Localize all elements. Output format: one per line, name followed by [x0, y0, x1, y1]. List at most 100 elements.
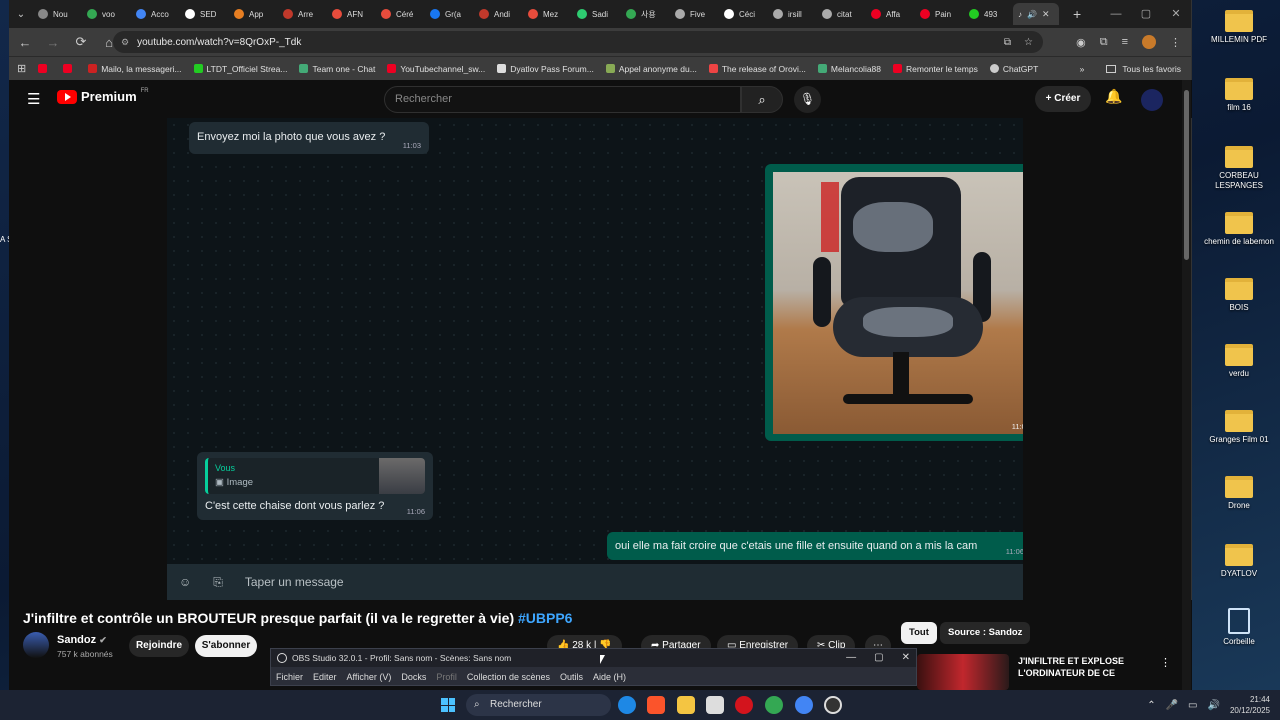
volume-icon[interactable]: 🔊 — [1208, 700, 1220, 711]
forward-icon[interactable]: → — [45, 35, 61, 50]
tab-7[interactable]: AFN — [327, 3, 373, 25]
desktop-icon-dyatlov[interactable]: DYATLOV — [1198, 544, 1280, 579]
youtube-search-input[interactable]: Rechercher — [384, 86, 741, 113]
tab-11[interactable]: Mez — [523, 3, 569, 25]
desktop-icon-chemin[interactable]: chemin de labemon — [1198, 212, 1280, 247]
bookmark-star-icon[interactable]: ☆ — [1024, 37, 1033, 48]
taskbar-search[interactable]: ⌕ Rechercher — [466, 694, 611, 716]
tab-9[interactable]: Gr(a — [425, 3, 471, 25]
obs-menu-fichier[interactable]: Fichier — [276, 672, 303, 682]
address-bar[interactable]: ⚙ youtube.com/watch?v=8QrOxP-_Tdk ⧉ ☆ — [113, 31, 1043, 53]
maximize-button[interactable]: ▢ — [1131, 0, 1161, 28]
tab-15[interactable]: Céci — [719, 3, 765, 25]
notifications-bell-icon[interactable]: 🔔 — [1105, 88, 1122, 105]
obs-menu-outils[interactable]: Outils — [560, 672, 583, 682]
extension-icon[interactable]: ◉ — [1076, 36, 1086, 49]
hashtag-link[interactable]: #UBPP6 — [518, 610, 572, 626]
create-button[interactable]: + Créer — [1035, 86, 1091, 112]
obs-menu-docks[interactable]: Docks — [401, 672, 426, 682]
tab-close-icon[interactable]: ✕ — [1042, 9, 1050, 20]
bookmark-9[interactable]: The release of Orovi... — [708, 64, 806, 74]
avatar[interactable] — [1141, 89, 1163, 111]
obs-icon[interactable] — [824, 696, 842, 714]
site-info-icon[interactable]: ⚙ — [121, 37, 129, 48]
opera-icon[interactable] — [735, 696, 753, 714]
tab-4[interactable]: SED — [180, 3, 226, 25]
bookmark-4[interactable]: LTDT_Officiel Strea... — [193, 64, 287, 74]
tab-18[interactable]: Affa — [866, 3, 912, 25]
media-icon[interactable]: ≡ — [1122, 36, 1128, 48]
obs-menu-collection[interactable]: Collection de scènes — [467, 672, 550, 682]
obs-titlebar[interactable]: OBS Studio 32.0.1 - Profil: Sans nom - S… — [271, 649, 916, 667]
join-button[interactable]: Rejoindre — [129, 635, 189, 657]
close-button[interactable]: ✕ — [1161, 0, 1191, 28]
obs-menu-aide[interactable]: Aide (H) — [593, 672, 626, 682]
bookmark-10[interactable]: Melancolia88 — [817, 64, 881, 74]
recommended-thumbnail[interactable] — [917, 654, 1009, 690]
clock[interactable]: 21:44 20/12/2025 — [1230, 694, 1270, 716]
channel-avatar[interactable] — [23, 632, 49, 658]
hamburger-menu-icon[interactable]: ☰ — [27, 90, 40, 108]
desktop-icon-bois[interactable]: BOIS — [1198, 278, 1280, 313]
bookmark-2[interactable] — [63, 64, 76, 73]
start-button[interactable] — [441, 698, 455, 712]
tab-search-icon[interactable]: ⌄ — [13, 9, 29, 20]
recommended-title[interactable]: J'INFILTRE ET EXPLOSE L'ORDINATEUR DE CE — [1018, 655, 1148, 679]
puzzle-icon[interactable]: ⧉ — [1100, 36, 1108, 49]
tab-active[interactable]: ♪ 🔊 ✕ — [1013, 3, 1059, 25]
chip-all[interactable]: Tout — [901, 622, 937, 644]
subscribe-button[interactable]: S'abonner — [195, 635, 257, 657]
obs-close-button[interactable]: ✕ — [902, 649, 910, 667]
brave-icon[interactable] — [647, 696, 665, 714]
file-explorer-icon[interactable] — [677, 696, 695, 714]
tab-14[interactable]: Five — [670, 3, 716, 25]
desktop-icon-corbeau[interactable]: CORBEAU LESPANGES — [1198, 146, 1280, 191]
bookmark-3[interactable]: Mailo, la messageri... — [88, 64, 182, 74]
reload-icon[interactable]: ⟳ — [73, 34, 89, 50]
search-icon[interactable]: ⌕ — [741, 86, 783, 113]
apps-icon[interactable]: ⊞ — [17, 62, 26, 75]
tab-2[interactable]: voo — [82, 3, 128, 25]
new-tab-button[interactable]: + — [1073, 6, 1081, 22]
bookmark-11[interactable]: Remonter le temps — [893, 64, 978, 74]
chevron-right-icon[interactable]: » — [1080, 64, 1085, 74]
profile-avatar[interactable] — [1142, 35, 1156, 49]
tab-17[interactable]: citat — [817, 3, 863, 25]
menu-icon[interactable]: ⋮ — [1170, 36, 1181, 49]
tab-8[interactable]: Céré — [376, 3, 422, 25]
obs-menu-afficher[interactable]: Afficher (V) — [347, 672, 392, 682]
desktop-icon-drone[interactable]: Drone — [1198, 476, 1280, 511]
channel-name[interactable]: Sandoz ✔ — [57, 634, 107, 646]
tab-20[interactable]: 493 — [964, 3, 1010, 25]
obs-menu-profil[interactable]: Profil — [436, 672, 457, 682]
desktop-icon-granges[interactable]: Granges Film 01 — [1198, 410, 1280, 445]
microphone-icon[interactable]: 🎤 — [1166, 700, 1178, 711]
mic-icon[interactable]: 🎙 — [794, 86, 821, 113]
tab-19[interactable]: Pain — [915, 3, 961, 25]
desktop-icon-millemin[interactable]: MILLEMIN PDF — [1198, 10, 1280, 45]
bookmark-12[interactable]: ChatGPT — [989, 64, 1038, 74]
audio-icon[interactable]: 🔊 — [1027, 10, 1037, 19]
bookmark-6[interactable]: YouTubechannel_sw... — [387, 64, 485, 74]
youtube-logo[interactable]: Premium FR — [57, 88, 149, 104]
video-player[interactable]: Envoyez moi la photo que vous avez ? 11:… — [167, 118, 1023, 600]
chip-source[interactable]: Source : Sandoz — [940, 622, 1031, 644]
tab-3[interactable]: Acco — [131, 3, 177, 25]
tab-16[interactable]: irsill — [768, 3, 814, 25]
bookmark-7[interactable]: Dyatlov Pass Forum... — [497, 64, 594, 74]
tab-13[interactable]: 사용 — [621, 3, 667, 25]
desktop-icon-verdu[interactable]: verdu — [1198, 344, 1280, 379]
bookmark-5[interactable]: Team one - Chat — [299, 64, 375, 74]
chrome-profile-icon[interactable] — [795, 696, 813, 714]
bookmark-1[interactable] — [38, 64, 51, 73]
tab-5[interactable]: App — [229, 3, 275, 25]
tab-6[interactable]: Arre — [278, 3, 324, 25]
chevron-up-icon[interactable]: ⌃ — [1147, 700, 1155, 711]
all-bookmarks[interactable]: » Tous les favoris — [1080, 57, 1181, 80]
cast-icon[interactable]: ⧉ — [1004, 37, 1011, 48]
taskbar-app-icon[interactable] — [706, 696, 724, 714]
desktop-icon-recycle[interactable]: Corbeille — [1198, 608, 1280, 647]
obs-maximize-button[interactable]: ▢ — [874, 649, 883, 667]
tab-12[interactable]: Sadi — [572, 3, 618, 25]
obs-menu-editer[interactable]: Editer — [313, 672, 337, 682]
